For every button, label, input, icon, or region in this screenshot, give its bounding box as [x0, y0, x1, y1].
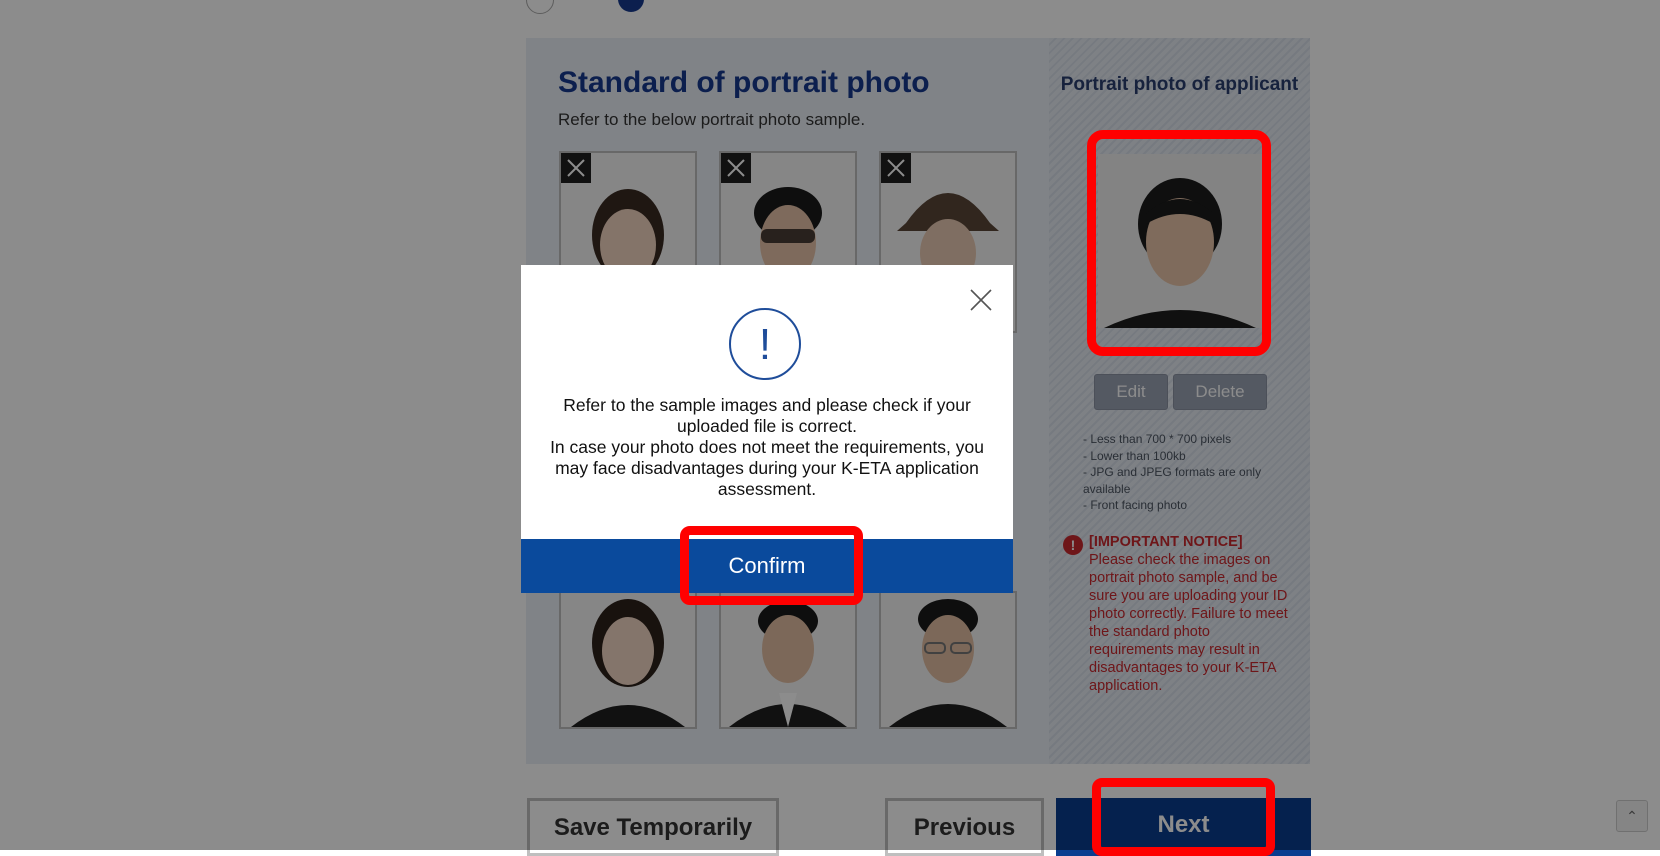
modal-message-line: Refer to the sample images and please ch… [563, 395, 971, 436]
highlight-box [680, 526, 863, 605]
modal-message-line: In case your photo does not meet the req… [550, 437, 984, 499]
exclamation-icon: ! [729, 308, 801, 380]
highlight-box [1087, 130, 1271, 356]
modal-message: Refer to the sample images and please ch… [541, 395, 993, 500]
highlight-box [1092, 778, 1275, 856]
close-icon[interactable] [966, 285, 996, 315]
